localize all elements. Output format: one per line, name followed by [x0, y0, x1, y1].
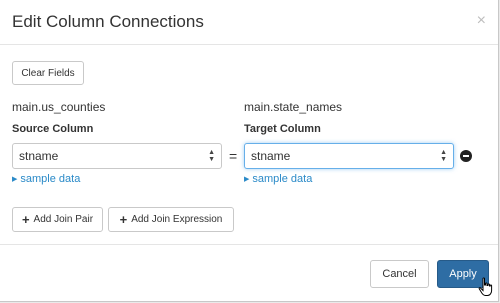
cancel-label: Cancel	[382, 268, 417, 280]
source-column-select[interactable]: stname ▲ ▼	[12, 143, 222, 169]
source-column-value: stname	[19, 149, 59, 163]
target-table-name: main.state_names	[244, 100, 343, 114]
clear-fields-button[interactable]: Clear Fields	[12, 61, 84, 85]
source-sample-data-link[interactable]: ▶ sample data	[12, 173, 80, 185]
apply-label: Apply	[449, 268, 477, 280]
remove-circle-icon[interactable]	[460, 150, 472, 162]
caret-right-icon: ▶	[244, 176, 250, 183]
target-sample-data-link[interactable]: ▶ sample data	[244, 173, 312, 185]
add-join-expression-label: Add Join Expression	[131, 214, 223, 225]
plus-icon: +	[21, 212, 30, 227]
target-column-value: stname	[251, 149, 291, 163]
cancel-button[interactable]: Cancel	[370, 260, 429, 288]
target-column-select[interactable]: stname ▲ ▼	[244, 143, 454, 169]
close-icon[interactable]: ×	[477, 12, 486, 30]
source-sample-data-label: sample data	[20, 173, 81, 185]
plus-icon: +	[119, 212, 128, 227]
add-join-pair-button[interactable]: + Add Join Pair	[12, 207, 103, 232]
add-join-expression-button[interactable]: + Add Join Expression	[108, 207, 234, 232]
hand-pointer-icon	[478, 277, 493, 296]
edit-column-connections-dialog: Edit Column Connections × Clear Fields m…	[0, 0, 499, 302]
source-table-name: main.us_counties	[12, 100, 106, 114]
target-sample-data-label: sample data	[252, 173, 313, 185]
clear-fields-label: Clear Fields	[21, 67, 75, 79]
source-column-label: Source Column	[12, 123, 94, 135]
select-arrows-icon: ▲ ▼	[208, 149, 215, 163]
dialog-title: Edit Column Connections	[12, 12, 204, 31]
add-join-pair-label: Add Join Pair	[33, 214, 94, 225]
join-operator: =	[229, 148, 238, 164]
select-arrows-icon: ▲ ▼	[440, 149, 447, 163]
dialog-footer	[0, 244, 498, 245]
caret-right-icon: ▶	[12, 176, 18, 183]
dialog-header: Edit Column Connections ×	[0, 0, 498, 45]
target-column-label: Target Column	[244, 123, 321, 135]
